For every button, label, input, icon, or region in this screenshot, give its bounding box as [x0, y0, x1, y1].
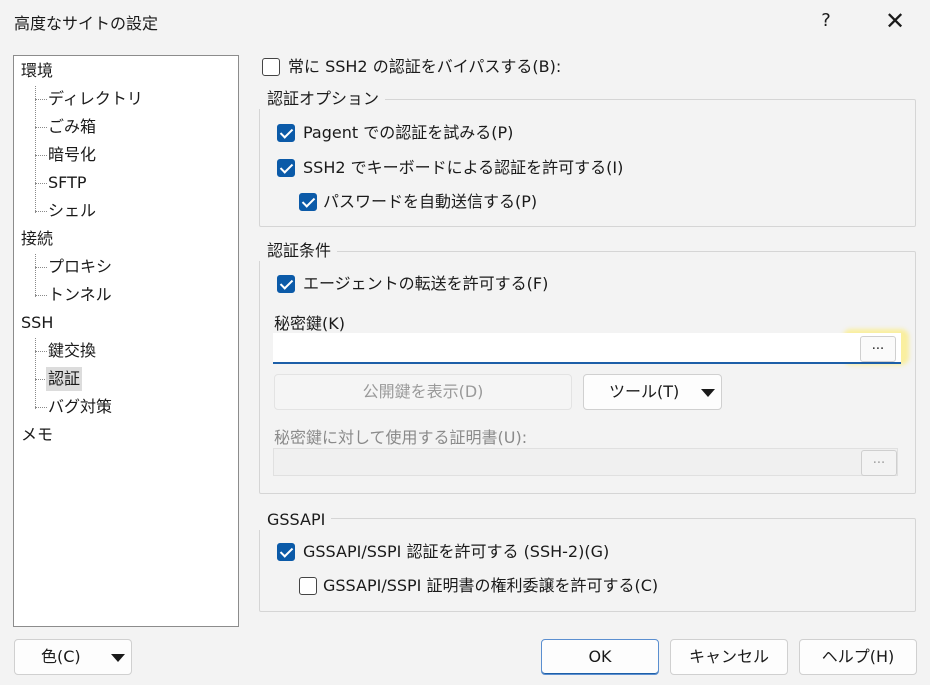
auth-options-title: 認証オプション — [259, 89, 386, 109]
tree-item-proxy[interactable]: プロキシ — [48, 255, 112, 279]
certificate-browse-button[interactable]: ... — [861, 450, 897, 476]
tree-item-bug-workarounds[interactable]: バグ対策 — [48, 395, 112, 419]
private-key-label: 秘密鍵(K) — [274, 314, 345, 333]
checkbox-box[interactable] — [277, 543, 295, 561]
checkbox-box[interactable] — [299, 577, 317, 595]
tree-item-environment[interactable]: 環境 — [21, 59, 53, 83]
gssapi-title: GSSAPI — [259, 510, 332, 530]
tree-connector — [35, 99, 47, 100]
checkbox-label: GSSAPI/SSPI 証明書の権利委譲を許可する(C) — [323, 576, 659, 595]
close-icon[interactable]: ✕ — [872, 4, 918, 38]
help-button[interactable]: ヘルプ(H) — [799, 639, 917, 675]
checkbox-label: GSSAPI/SSPI 認証を許可する (SSH-2)(G) — [303, 542, 610, 561]
tree-connector — [35, 295, 47, 296]
show-public-key-button[interactable]: 公開鍵を表示(D) — [274, 374, 572, 410]
tree-item-tunnel[interactable]: トンネル — [48, 283, 112, 307]
checkbox-label: SSH2 でキーボードによる認証を許可する(I) — [303, 158, 624, 177]
certificate-input[interactable] — [273, 448, 898, 476]
private-key-browse-button[interactable]: ... — [860, 336, 896, 362]
tree-connector — [35, 254, 36, 297]
tree-item-connection[interactable]: 接続 — [21, 227, 53, 251]
tools-label: ツール(T) — [609, 382, 680, 401]
checkbox-label: パスワードを自動送信する(P) — [323, 192, 538, 211]
tree-item-notes[interactable]: メモ — [21, 423, 53, 447]
tree-connector — [35, 155, 47, 156]
checkbox-box[interactable] — [277, 159, 295, 177]
color-label: 色(C) — [41, 647, 81, 666]
tree-connector — [35, 86, 36, 213]
tree-item-sftp[interactable]: SFTP — [48, 171, 87, 195]
tree-connector — [35, 351, 47, 352]
tree-item-key-exchange[interactable]: 鍵交換 — [48, 339, 96, 363]
checkbox-label: Pagent での認証を試みる(P) — [303, 123, 514, 142]
tree-item-trash[interactable]: ごみ箱 — [48, 115, 96, 139]
tree-connector — [35, 127, 47, 128]
tree-item-shell[interactable]: シェル — [48, 199, 96, 223]
help-icon[interactable]: ? — [806, 4, 846, 38]
checkbox-box[interactable] — [277, 275, 295, 293]
checkbox-label: エージェントの転送を許可する(F) — [303, 274, 549, 293]
cancel-button[interactable]: キャンセル — [670, 639, 788, 675]
auth-conditions-title: 認証条件 — [259, 241, 338, 261]
color-dropdown-button[interactable]: 色(C) — [14, 639, 132, 675]
title-bar: 高度なサイトの設定 ? ✕ — [0, 0, 930, 42]
private-key-input[interactable] — [273, 333, 901, 364]
tree-connector — [35, 211, 47, 212]
checkbox-box[interactable] — [299, 193, 317, 211]
checkbox-box[interactable] — [277, 124, 295, 142]
ok-button[interactable]: OK — [541, 639, 659, 675]
tree-item-directory[interactable]: ディレクトリ — [48, 87, 143, 111]
window-title: 高度なサイトの設定 — [14, 14, 159, 33]
tree-item-ssh[interactable]: SSH — [21, 311, 53, 335]
tree-connector — [35, 183, 47, 184]
checkbox-box[interactable] — [262, 58, 280, 76]
tree-connector — [35, 338, 36, 409]
chevron-down-icon — [701, 389, 715, 397]
tree-item-encryption[interactable]: 暗号化 — [48, 143, 96, 167]
tools-dropdown-button[interactable]: ツール(T) — [583, 374, 722, 410]
tree-connector — [35, 407, 47, 408]
chevron-down-icon — [111, 654, 125, 662]
tree-item-auth[interactable]: 認証 — [46, 367, 83, 391]
checkbox-label: 常に SSH2 の認証をバイパスする(B): — [288, 57, 562, 76]
certificate-label: 秘密鍵に対して使用する証明書(U): — [274, 428, 528, 447]
tree-connector — [35, 267, 47, 268]
category-tree[interactable]: 環境 ディレクトリ ごみ箱 暗号化 SFTP シェル 接続 プロキシ トンネル … — [13, 55, 239, 627]
